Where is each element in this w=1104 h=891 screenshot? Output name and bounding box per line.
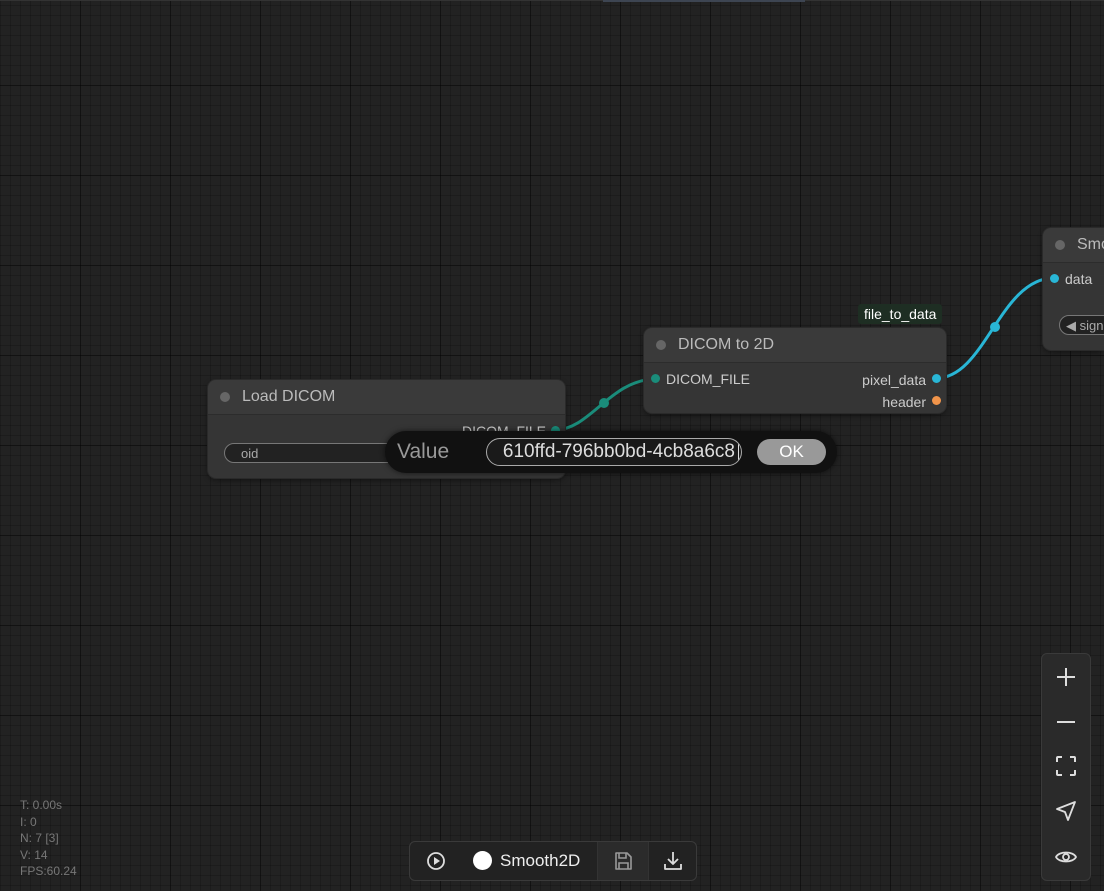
navigation-icon (1056, 801, 1076, 821)
node-header[interactable]: Load DICOM (208, 380, 565, 415)
zoom-in-button[interactable] (1042, 657, 1090, 697)
ok-button[interactable]: OK (757, 439, 826, 465)
output-slot-label-header: header (882, 394, 926, 410)
node-status-dot[interactable] (1055, 240, 1065, 250)
output-slot-label-pixel-data: pixel_data (862, 372, 926, 388)
stat-fps: FPS:60.24 (20, 864, 77, 878)
node-header[interactable]: DICOM to 2D (644, 328, 946, 363)
prompt-value-text: 610ffd-796bb0bd-4cb8a6c8 (502, 441, 735, 462)
prompt-value-input[interactable]: 610ffd-796bb0bd-4cb8a6c8 (486, 438, 742, 466)
node-title: Smo (1077, 236, 1104, 253)
toggle-visibility-button[interactable] (1042, 837, 1090, 877)
node-title: Load DICOM (242, 388, 336, 405)
render-stats: T: 0.00s I: 0 N: 7 [3] V: 14 FPS:60.24 (20, 797, 77, 880)
workflow-bar: Smooth2D (409, 841, 697, 881)
input-slot-dicom-file[interactable] (651, 374, 660, 383)
download-icon (664, 852, 682, 870)
output-slot-pixel-data[interactable] (932, 374, 941, 383)
locate-button[interactable] (1042, 791, 1090, 831)
fit-view-button[interactable] (1042, 746, 1090, 786)
link-pixel-data-midpoint[interactable] (990, 322, 1000, 332)
plus-icon (1057, 668, 1075, 686)
stat-visible: V: 14 (20, 847, 48, 862)
stat-iterations: I: 0 (20, 814, 37, 829)
stat-nodes: N: 7 [3] (20, 831, 59, 845)
node-badge: file_to_data (858, 304, 943, 324)
download-button[interactable] (649, 842, 697, 880)
workflow-status-indicator (473, 851, 492, 870)
link-dicom-file-midpoint[interactable] (599, 398, 609, 408)
text-caret (738, 442, 739, 462)
node-title: DICOM to 2D (678, 336, 775, 353)
zoom-out-button[interactable] (1042, 702, 1090, 742)
save-button[interactable] (598, 842, 648, 880)
run-button[interactable] (416, 842, 456, 880)
input-slot-label: DICOM_FILE (666, 371, 751, 387)
workflow-name[interactable]: Smooth2D (500, 851, 580, 871)
value-prompt-dialog: Value 610ffd-796bb0bd-4cb8a6c8 OK (385, 431, 837, 473)
minus-icon (1057, 721, 1075, 723)
prompt-label: Value (397, 440, 450, 463)
play-circle-icon (427, 852, 445, 870)
signal-widget[interactable]: ◀ sign (1059, 315, 1104, 335)
eye-icon (1054, 851, 1078, 863)
canvas-controls-panel (1041, 653, 1091, 881)
input-slot-label: data (1065, 271, 1093, 287)
node-dicom-to-2d[interactable]: DICOM to 2D DICOM_FILE pixel_data header (644, 328, 946, 413)
output-slot-header[interactable] (932, 396, 941, 405)
input-slot-data[interactable] (1050, 274, 1059, 283)
node-smooth[interactable]: Smo data ◀ sign (1043, 228, 1104, 350)
stat-time: T: 0.00s (20, 798, 63, 812)
save-icon (615, 852, 632, 870)
node-status-dot[interactable] (656, 340, 666, 350)
fit-view-icon (1056, 756, 1076, 776)
node-header[interactable]: Smo (1043, 228, 1104, 263)
node-status-dot[interactable] (220, 392, 230, 402)
